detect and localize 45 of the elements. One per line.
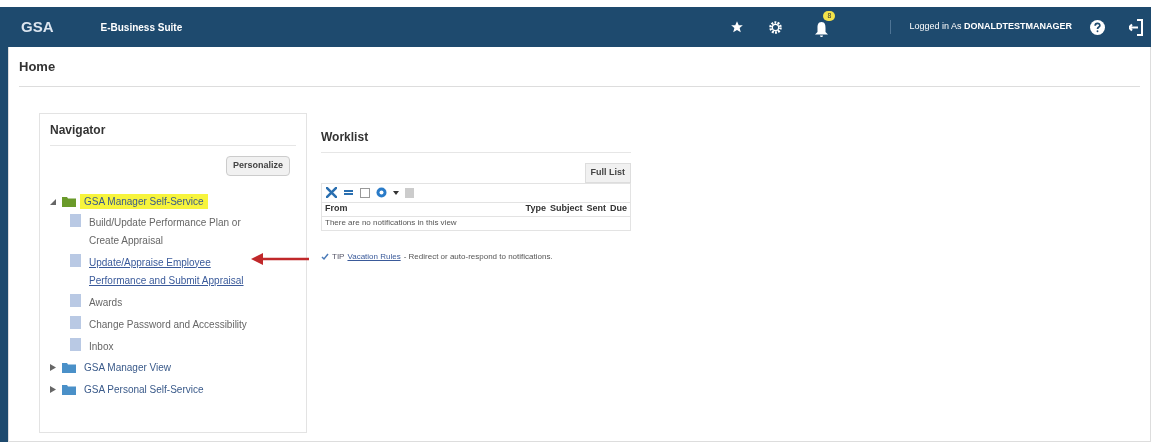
page-icon (70, 315, 81, 329)
tree-item-link[interactable]: Build/Update Performance Plan or Create Appraisal (89, 213, 254, 250)
personalize-button[interactable]: Personalize (225, 156, 290, 176)
folder-icon (62, 196, 76, 207)
empty-message: There are no notifications in this view (325, 217, 457, 229)
column-header: Type (525, 202, 546, 216)
page-icon (70, 213, 81, 227)
logged-in-label: Logged in As DONALDTESTMANAGER (909, 20, 1072, 34)
settings-icon[interactable] (768, 19, 784, 35)
tree-item-link[interactable]: Update/Appraise Employee Performance and Submit Appraisal (89, 253, 254, 290)
caret-icon[interactable] (393, 190, 399, 195)
expanded-triangle-icon[interactable] (50, 198, 58, 205)
page-title: Home (19, 57, 56, 76)
tree-item-link[interactable]: Change Password and Accessibility (89, 315, 254, 334)
folder-icon (62, 362, 76, 373)
tip-check-icon (321, 252, 329, 261)
folder-icon (62, 384, 76, 395)
page-icon (70, 293, 81, 307)
column-header: Sent (586, 202, 606, 216)
page-icon (70, 253, 81, 267)
column-header: Subject (549, 202, 583, 216)
logout-icon[interactable] (1129, 18, 1143, 36)
page-icon (70, 337, 81, 351)
tree-folder-label[interactable]: GSA Manager Self-Service (80, 194, 208, 209)
app-title: E-Business Suite (100, 20, 183, 35)
navigator-title: Navigator (50, 122, 106, 139)
detach-icon[interactable] (360, 187, 370, 198)
collapsed-triangle-icon[interactable] (50, 386, 58, 393)
column-header: From (325, 202, 349, 216)
column-header: Due (610, 202, 627, 216)
bell-icon[interactable] (815, 22, 829, 37)
worklist-title: Worklist (321, 129, 369, 146)
help-icon[interactable] (1090, 19, 1105, 35)
tree-item-link[interactable]: Awards (89, 293, 254, 312)
tree-folder-label[interactable]: GSA Manager View (80, 360, 176, 375)
star-icon[interactable] (730, 20, 745, 34)
tip-text: - Redirect or auto-respond to notifications. (403, 250, 553, 263)
annotation-arrow (251, 253, 309, 265)
collapsed-triangle-icon[interactable] (50, 364, 58, 371)
tree-folder-label[interactable]: GSA Personal Self-Service (80, 382, 208, 397)
full-list-button[interactable]: Full List (584, 163, 631, 183)
vacation-rules-link[interactable]: Vacation Rules (347, 250, 401, 263)
tree-item-link[interactable]: Inbox (89, 337, 254, 356)
gsa-logo: GSA (21, 16, 54, 37)
tip-label: TIP (332, 250, 345, 263)
